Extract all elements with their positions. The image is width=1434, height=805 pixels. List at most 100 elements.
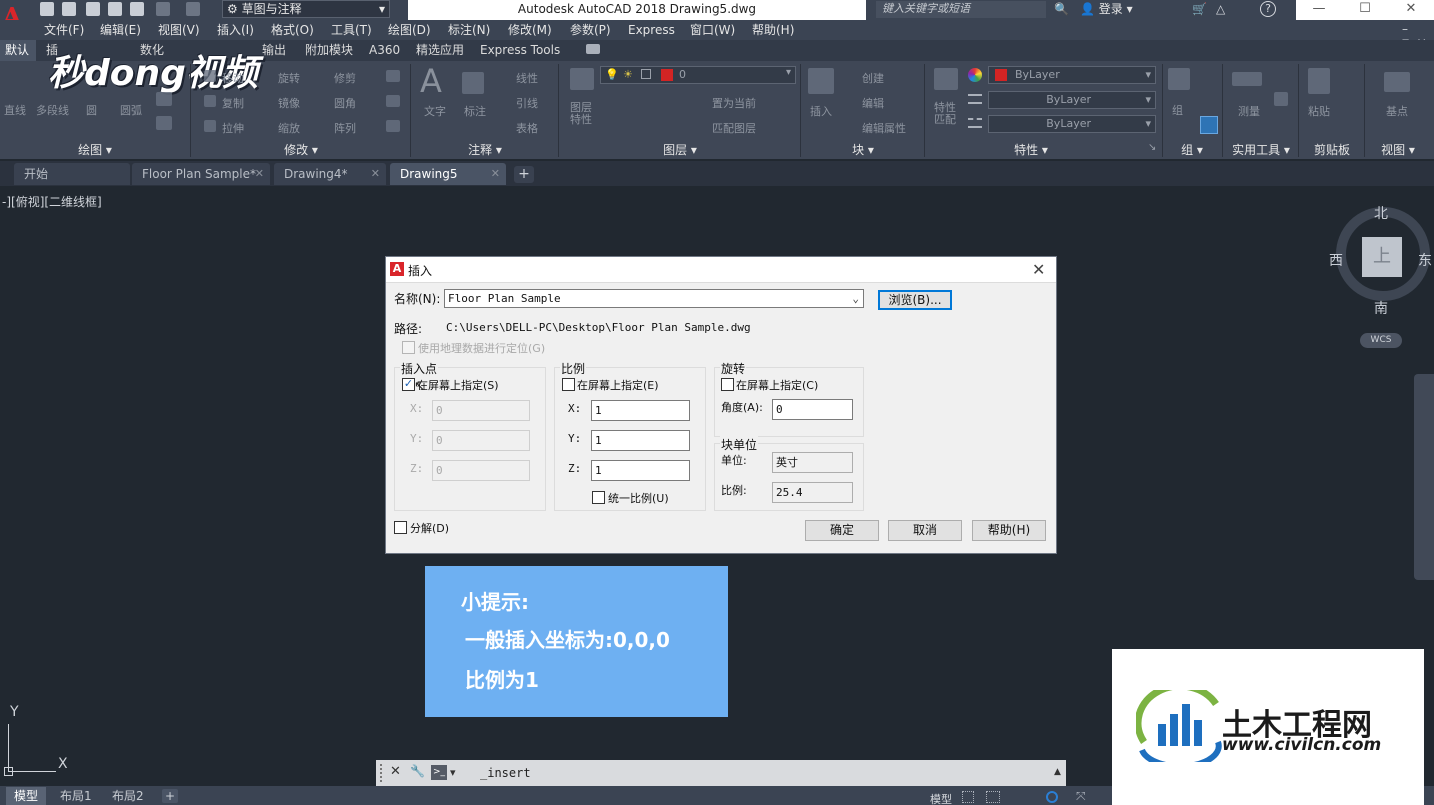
undo-icon[interactable] (156, 2, 170, 16)
edit-block-tool[interactable]: 编辑 (862, 95, 884, 111)
panel-groups[interactable]: 组 ▾ (1164, 141, 1220, 159)
scale-specify-checkbox[interactable] (562, 378, 575, 391)
wrench-icon[interactable]: 🔧 (410, 764, 425, 778)
ok-button[interactable]: 确定 (805, 520, 879, 541)
search-input[interactable]: 键入关键字或短语 (876, 1, 1046, 18)
geo-location-checkbox[interactable] (402, 341, 415, 354)
fillet-tool[interactable]: 圆角 (334, 95, 356, 111)
workspace-dropdown[interactable]: ⚙ 草图与注释 ▾ (222, 0, 390, 18)
panel-view[interactable]: 视图 ▾ (1366, 141, 1430, 159)
maximize-button[interactable]: ☐ (1342, 0, 1388, 20)
panel-properties[interactable]: 特性 ▾ (926, 141, 1136, 159)
open-file-icon[interactable] (62, 2, 76, 16)
new-file-icon[interactable] (40, 2, 54, 16)
paste-icon[interactable] (1308, 68, 1330, 94)
insert-block-icon[interactable] (808, 68, 834, 94)
new-tab-button[interactable]: + (514, 166, 534, 183)
layout-tab-layout1[interactable]: 布局1 (52, 787, 100, 805)
viewport-controls[interactable]: -][俯视][二维线框] (2, 193, 102, 210)
polyline-tool[interactable]: 多段线 (36, 102, 69, 118)
set-current-layer-tool[interactable]: 置为当前 (712, 95, 756, 111)
viewcube-east[interactable]: 东 (1418, 250, 1432, 270)
menu-parametric[interactable]: 参数(P) (570, 20, 611, 40)
close-tab-icon[interactable]: ✕ (255, 163, 264, 185)
panel-modify[interactable]: 修改 ▾ (192, 141, 410, 159)
tab-addins[interactable]: 附加模块 (305, 40, 353, 61)
uniform-scale-checkbox[interactable] (592, 491, 605, 504)
minimize-button[interactable]: — (1296, 0, 1342, 20)
array-tool[interactable]: 阵列 (334, 120, 356, 136)
layer-dropdown[interactable]: 💡 ☀ 0 ▾ (600, 66, 796, 84)
menu-view[interactable]: 视图(V) (158, 20, 200, 40)
hatch-icon[interactable] (156, 92, 172, 106)
text-icon[interactable]: A (420, 62, 442, 100)
tab-home[interactable]: 默认 (0, 40, 36, 61)
match-properties-icon[interactable] (934, 68, 958, 90)
base-view-icon[interactable] (1384, 72, 1410, 92)
layer-properties-icon[interactable] (570, 68, 594, 90)
rotate-tool[interactable]: 旋转 (278, 70, 300, 86)
cart-icon[interactable]: 🛒 (1192, 2, 1207, 16)
save-as-icon[interactable] (108, 2, 122, 16)
dialog-close-button[interactable]: ✕ (1032, 260, 1045, 279)
viewcube-north[interactable]: 北 (1374, 203, 1388, 223)
mirror-tool[interactable]: 镜像 (278, 95, 300, 111)
login-button[interactable]: 👤 登录 ▾ (1080, 0, 1133, 18)
command-grip[interactable] (380, 764, 386, 782)
panel-clipboard[interactable]: 剪贴板 (1300, 141, 1364, 159)
menu-help[interactable]: 帮助(H) (752, 20, 794, 40)
close-tab-icon[interactable]: ✕ (371, 163, 380, 185)
tab-featured-apps[interactable]: 精选应用 (416, 40, 464, 61)
measure-tool[interactable]: 测量 (1238, 103, 1260, 119)
group-icon[interactable] (1168, 68, 1190, 90)
line-tool[interactable]: 直线 (4, 102, 26, 118)
match-layer-tool[interactable]: 匹配图层 (712, 120, 756, 136)
table-tool[interactable]: 表格 (516, 120, 538, 136)
panel-annotate[interactable]: 注释 ▾ (412, 141, 558, 159)
redo-icon[interactable] (186, 2, 200, 16)
rectangle-icon[interactable] (156, 116, 172, 130)
add-layout-button[interactable]: + (162, 789, 178, 803)
layout-tab-layout2[interactable]: 布局2 (104, 787, 152, 805)
command-history-icon[interactable]: ▲ (1054, 767, 1061, 777)
insertion-y-input[interactable]: 0 (432, 430, 530, 451)
save-icon[interactable] (86, 2, 100, 16)
insertion-x-input[interactable]: 0 (432, 400, 530, 421)
panel-utilities[interactable]: 实用工具 ▾ (1224, 141, 1298, 159)
navigation-bar[interactable] (1414, 374, 1434, 580)
model-space-button[interactable]: 模型 (930, 791, 952, 805)
menu-tools[interactable]: 工具(T) (331, 20, 372, 40)
paste-tool[interactable]: 粘贴 (1308, 103, 1330, 119)
move-tool[interactable]: 移动 (222, 70, 244, 86)
menu-file[interactable]: 文件(F) (44, 20, 84, 40)
object-snap-icon[interactable]: ⤧ (1076, 789, 1086, 804)
browse-button[interactable]: 浏览(B)... (878, 290, 952, 310)
menu-format[interactable]: 格式(O) (271, 20, 314, 40)
tab-express-tools[interactable]: Express Tools (480, 40, 560, 61)
create-block-tool[interactable]: 创建 (862, 70, 884, 86)
scale-z-input[interactable]: 1 (591, 460, 690, 481)
cancel-button[interactable]: 取消 (888, 520, 962, 541)
snap-icon[interactable] (986, 791, 1000, 803)
help-button[interactable]: 帮助(H) (972, 520, 1046, 541)
arc-tool[interactable]: 圆弧 (120, 102, 142, 118)
block-name-combobox[interactable]: Floor Plan Sample ⌄ (444, 289, 864, 308)
base-view-tool[interactable]: 基点 (1386, 103, 1408, 119)
group-tool[interactable]: 组 (1172, 102, 1183, 118)
linear-dim-tool[interactable]: 线性 (516, 70, 538, 86)
color-dropdown[interactable]: ByLayer ▾ (988, 66, 1156, 84)
lineweight-dropdown[interactable]: ByLayer ▾ (988, 91, 1156, 109)
close-command-icon[interactable]: ✕ (390, 764, 401, 779)
wcs-menu-button[interactable]: WCS (1360, 333, 1402, 348)
close-tab-icon[interactable]: ✕ (491, 163, 500, 185)
menu-edit[interactable]: 编辑(E) (100, 20, 141, 40)
command-input[interactable]: _insert (480, 766, 531, 780)
panel-launcher-icon[interactable]: ↘ (1148, 142, 1156, 153)
explode-checkbox[interactable] (394, 521, 407, 534)
leader-tool[interactable]: 引线 (516, 95, 538, 111)
menu-express[interactable]: Express (628, 20, 675, 40)
doc-tab-drawing5[interactable]: Drawing5 ✕ (390, 163, 506, 185)
help-icon[interactable]: ? (1260, 1, 1276, 17)
circle-tool[interactable]: 圆 (86, 102, 97, 118)
scale-x-input[interactable]: 1 (591, 400, 690, 421)
